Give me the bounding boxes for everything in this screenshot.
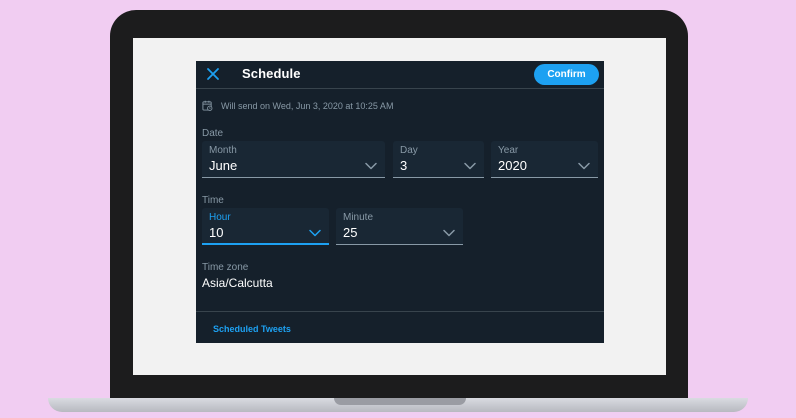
timezone-value: Asia/Calcutta	[202, 276, 273, 290]
year-value: 2020	[498, 158, 527, 173]
minute-label: Minute	[343, 212, 374, 223]
scheduled-tweets-link[interactable]: Scheduled Tweets	[213, 324, 291, 334]
send-info: Will send on Wed, Jun 3, 2020 at 10:25 A…	[202, 99, 393, 112]
minute-select[interactable]: Minute 25	[336, 208, 463, 245]
hour-value: 10	[209, 225, 224, 240]
modal-title: Schedule	[242, 66, 301, 81]
chevron-down-icon	[578, 162, 590, 170]
year-label: Year	[498, 145, 519, 156]
month-select[interactable]: Month June	[202, 141, 385, 178]
year-select[interactable]: Year 2020	[491, 141, 598, 178]
chevron-down-icon	[309, 229, 321, 237]
hour-label: Hour	[209, 212, 231, 223]
month-value: June	[209, 158, 238, 173]
calendar-icon	[202, 100, 213, 111]
chevron-down-icon	[443, 229, 455, 237]
chevron-down-icon	[365, 162, 377, 170]
send-info-text: Will send on Wed, Jun 3, 2020 at 10:25 A…	[221, 100, 394, 111]
footer-divider	[196, 311, 604, 312]
day-value: 3	[400, 158, 408, 173]
laptop-screen: Schedule Confirm Will send on Wed, Jun 3…	[133, 38, 666, 375]
date-label: Date	[202, 128, 224, 139]
modal-header: Schedule Confirm	[196, 61, 604, 89]
time-label: Time	[202, 195, 224, 206]
timezone-label: Time zone	[202, 262, 249, 273]
close-icon[interactable]	[206, 67, 220, 81]
confirm-button[interactable]: Confirm	[534, 64, 599, 85]
laptop-notch	[334, 398, 466, 405]
day-label: Day	[400, 145, 418, 156]
day-select[interactable]: Day 3	[393, 141, 484, 178]
month-label: Month	[209, 145, 237, 156]
chevron-down-icon	[464, 162, 476, 170]
schedule-modal: Schedule Confirm Will send on Wed, Jun 3…	[196, 61, 604, 343]
minute-value: 25	[343, 225, 358, 240]
hour-select[interactable]: Hour 10	[202, 208, 329, 245]
